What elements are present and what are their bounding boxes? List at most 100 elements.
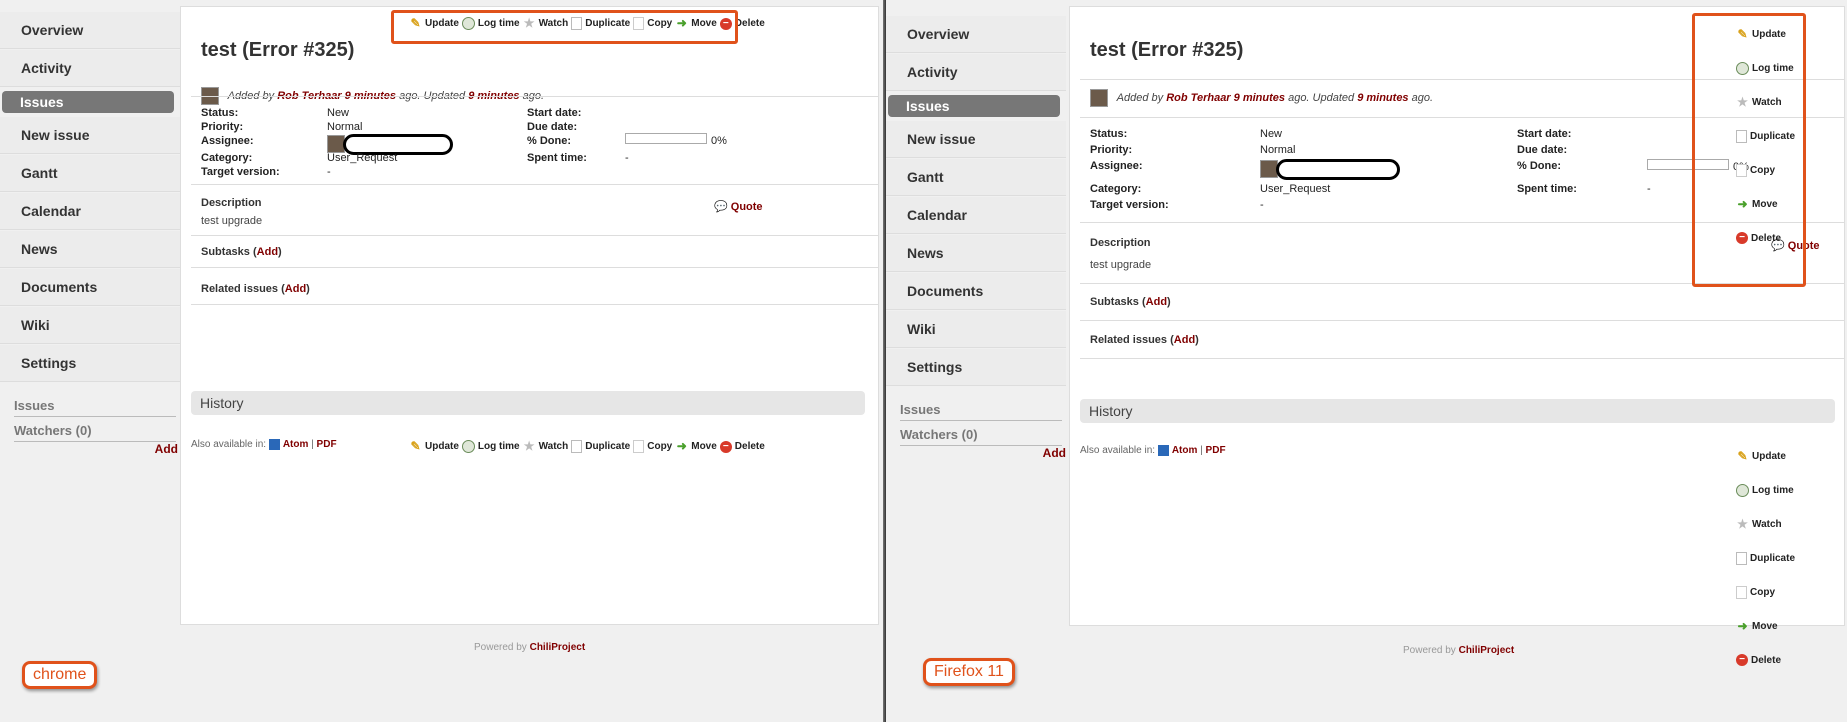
related-issues-heading: Related issues (Add) xyxy=(1090,334,1199,346)
delete-label: Delete xyxy=(734,18,765,29)
sidebar-item-documents[interactable]: Documents xyxy=(886,273,1066,310)
sidebar-item-calendar[interactable]: Calendar xyxy=(0,193,180,230)
author-avatar xyxy=(1090,89,1108,107)
sidebar-item-news[interactable]: News xyxy=(886,235,1066,272)
watch-button[interactable]: ★ Watch xyxy=(523,440,569,453)
sidebar-item-activity[interactable]: Activity xyxy=(886,54,1066,91)
sidebar-item-wiki[interactable]: Wiki xyxy=(0,307,180,344)
watchers-label: Watchers (0) xyxy=(14,423,92,438)
spent-time-value: - xyxy=(1647,183,1651,195)
pdf-link[interactable]: PDF xyxy=(317,439,337,450)
issue-toolbar-bottom: ✎ Update Log time ★ Watch Duplicate Copy ➜… xyxy=(1736,439,1795,677)
sidebar-item-overview[interactable]: Overview xyxy=(0,12,180,49)
clock-icon xyxy=(1736,483,1749,497)
sidebar-item-gantt[interactable]: Gantt xyxy=(0,155,180,192)
log-time-button[interactable]: Log time xyxy=(461,440,520,453)
sidebar-item-new-issue[interactable]: New issue xyxy=(0,117,180,154)
firefox-panel: Overview Activity Issues New issue Gantt… xyxy=(886,0,1847,722)
duplicate-icon xyxy=(571,440,583,453)
add-subtask-link[interactable]: Add xyxy=(257,246,278,258)
quote-button[interactable]: 💬 Quote xyxy=(714,200,763,213)
browser-label-chrome: chrome xyxy=(22,661,98,689)
issue-meta: Added by Rob Terhaar 9 minutes ago. Upda… xyxy=(1090,89,1433,107)
divider xyxy=(191,267,878,268)
status-value: New xyxy=(1260,128,1283,140)
description-text: test upgrade xyxy=(1090,259,1152,271)
sidebar-item-settings[interactable]: Settings xyxy=(886,349,1066,386)
update-button[interactable]: ✎ Update xyxy=(1736,439,1795,473)
log-time-button[interactable]: Log time xyxy=(1736,473,1795,507)
atom-link[interactable]: Atom xyxy=(283,439,309,450)
delete-icon: − xyxy=(1736,654,1748,666)
issue-title: test (Error #325) xyxy=(1090,39,1244,61)
spent-time-value: - xyxy=(625,152,629,164)
delete-icon: − xyxy=(719,440,732,453)
target-version-label: Target version: xyxy=(1090,199,1169,211)
copy-label: Copy xyxy=(1750,586,1775,598)
due-date-label: Due date: xyxy=(1517,144,1568,156)
related-issues-heading: Related issues (Add) xyxy=(201,283,310,295)
sidebar-item-news[interactable]: News xyxy=(0,231,180,268)
sidebar-item-overview[interactable]: Overview xyxy=(886,16,1066,53)
sidebar-item-activity[interactable]: Activity xyxy=(0,50,180,87)
status-label: Status: xyxy=(201,107,239,119)
add-watcher-link[interactable]: Add xyxy=(155,442,178,456)
move-button[interactable]: ➜ Move xyxy=(1736,609,1795,643)
delete-button[interactable]: − Delete xyxy=(719,440,765,453)
sidebar-item-issues[interactable]: Issues xyxy=(888,95,1060,117)
start-date-label: Start date: xyxy=(1517,128,1572,140)
add-related-link[interactable]: Add xyxy=(1174,334,1195,346)
copy-button[interactable]: Copy xyxy=(1736,575,1795,609)
sidebar: Overview Activity Issues New issue Gantt… xyxy=(0,0,180,456)
duplicate-button[interactable]: Duplicate xyxy=(1736,541,1795,575)
move-button[interactable]: ➜ Move xyxy=(675,440,717,453)
also-available: Also available in: Atom | PDF xyxy=(1080,445,1226,457)
add-subtask-link[interactable]: Add xyxy=(1146,296,1167,308)
copy-icon xyxy=(1736,585,1747,599)
sidebar-item-documents[interactable]: Documents xyxy=(0,269,180,306)
sidebar-item-settings[interactable]: Settings xyxy=(0,345,180,382)
pdf-link[interactable]: PDF xyxy=(1206,445,1226,456)
sidebar-item-wiki[interactable]: Wiki xyxy=(886,311,1066,348)
duplicate-button[interactable]: Duplicate xyxy=(571,440,630,453)
chiliproject-link[interactable]: ChiliProject xyxy=(530,642,586,653)
divider xyxy=(191,235,878,236)
copy-button[interactable]: Copy xyxy=(633,440,672,453)
update-button[interactable]: ✎ Update xyxy=(409,440,459,453)
sidebar-issues-heading[interactable]: Issues xyxy=(14,392,176,417)
sidebar-item-new-issue[interactable]: New issue xyxy=(886,121,1066,158)
sidebar-item-calendar[interactable]: Calendar xyxy=(886,197,1066,234)
watch-button[interactable]: ★ Watch xyxy=(1736,507,1795,541)
target-version-value: - xyxy=(327,166,331,178)
done-label: % Done: xyxy=(1517,160,1561,172)
add-related-link[interactable]: Add xyxy=(285,283,306,295)
highlight-box-toolbar xyxy=(1692,13,1806,287)
atom-link[interactable]: Atom xyxy=(1172,445,1198,456)
description-heading: Description xyxy=(1090,237,1151,249)
star-icon: ★ xyxy=(523,439,535,453)
description-heading: Description xyxy=(201,197,262,209)
history-heading: History xyxy=(191,391,865,415)
update-label: Update xyxy=(425,441,459,452)
added-ago-link[interactable]: 9 minutes xyxy=(1234,92,1285,104)
chiliproject-link[interactable]: ChiliProject xyxy=(1459,645,1515,656)
add-watcher-link[interactable]: Add xyxy=(1043,446,1066,460)
also-available: Also available in: Atom | PDF xyxy=(191,439,337,451)
quote-label: Quote xyxy=(730,201,763,213)
priority-value: Normal xyxy=(327,121,363,133)
sidebar-issues-heading[interactable]: Issues xyxy=(900,396,1062,421)
sidebar-item-issues[interactable]: Issues xyxy=(2,91,174,113)
done-value: 0% xyxy=(711,135,727,147)
issue-content: ✎ Update Log time ★ Watch Duplicate Copy ➜… xyxy=(180,6,879,625)
sidebar-item-gantt[interactable]: Gantt xyxy=(886,159,1066,196)
sidebar-sub: Issues Watchers (0) Add xyxy=(0,392,180,456)
highlight-box-toolbar xyxy=(391,10,738,44)
start-date-label: Start date: xyxy=(527,107,582,119)
category-value: User_Request xyxy=(1260,183,1331,195)
footer: Powered by ChiliProject xyxy=(1403,645,1515,656)
delete-button[interactable]: − Delete xyxy=(1736,643,1795,677)
subtasks-heading: Subtasks (Add) xyxy=(1090,296,1171,308)
author-link[interactable]: Rob Terhaar xyxy=(1166,92,1230,104)
priority-label: Priority: xyxy=(201,121,244,133)
updated-ago-link[interactable]: 9 minutes xyxy=(1357,92,1408,104)
